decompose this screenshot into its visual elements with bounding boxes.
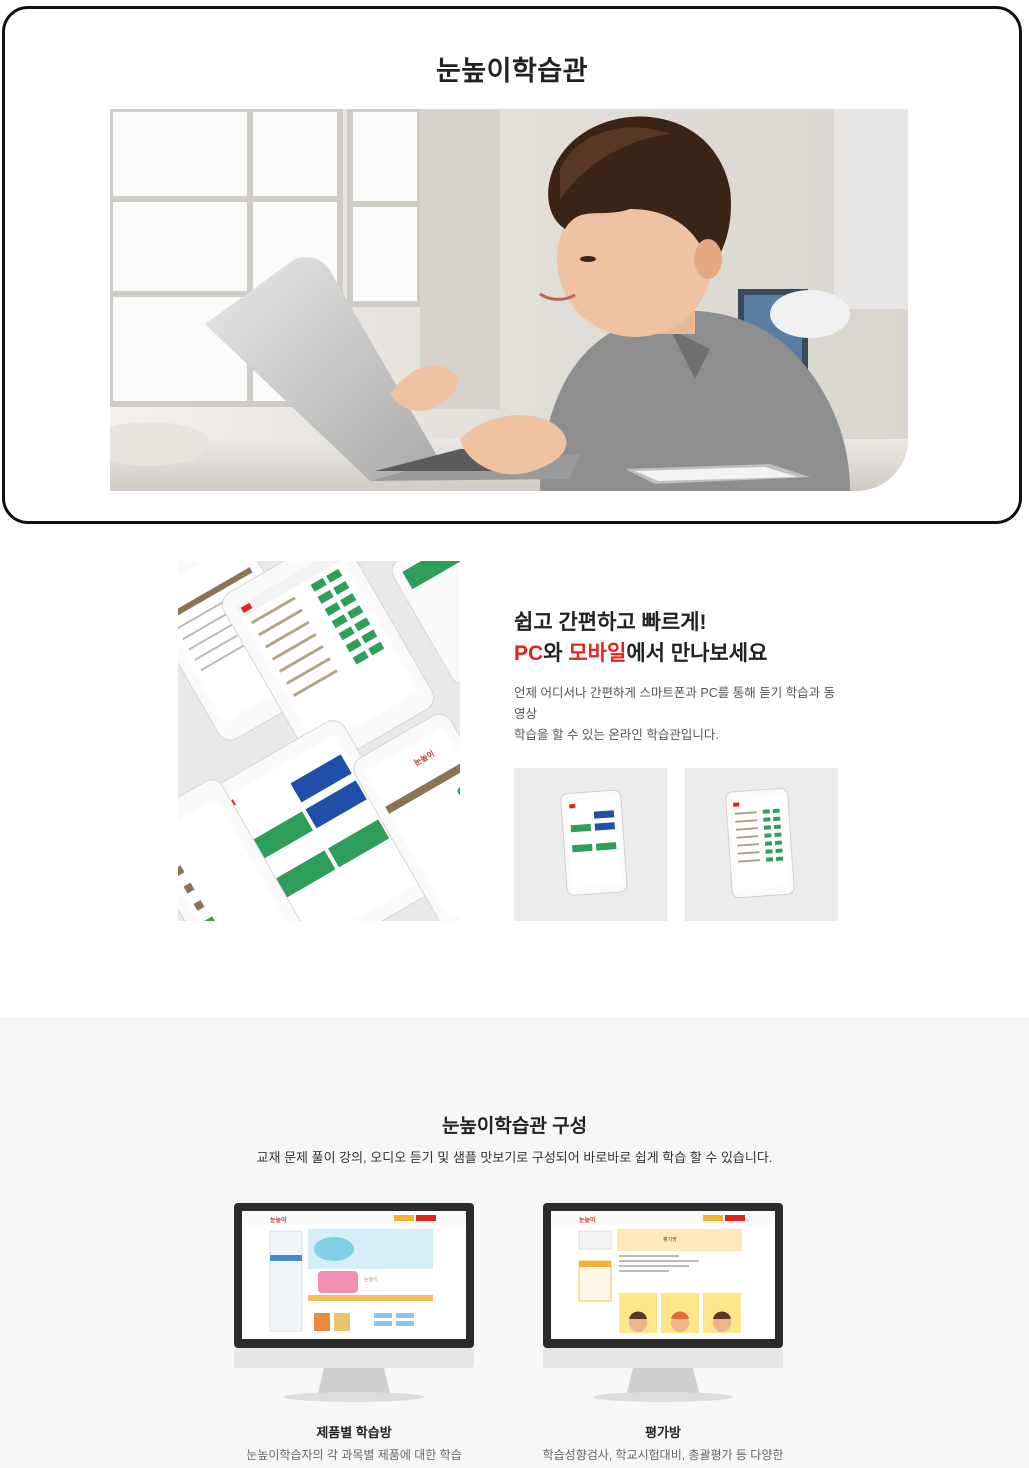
monitor-product-study-room[interactable]: 눈높이 눈높이 [234, 1203, 474, 1403]
svg-text:평가방: 평가방 [663, 1236, 677, 1243]
hero-card: 눈높이학습관 [2, 6, 1022, 524]
intro-description-line2: 학습을 할 수 있는 온라인 학습관입니다. [514, 728, 719, 742]
tablets-photo: 눈높이 [178, 561, 460, 921]
svg-text:눈높이: 눈높이 [579, 1216, 596, 1224]
intro-description: 언제 어디서나 간편하게 스마트폰과 PC를 통해 듣기 학습과 동영상 학습을… [514, 683, 844, 746]
card-label-product-study-room: 제품별 학습방 [316, 1425, 392, 1440]
composition-section-background [0, 1017, 1029, 1468]
svg-text:눈높이: 눈높이 [364, 1276, 378, 1283]
intro-tagline-line2: PC와 모바일에서 만나보세요 [514, 637, 767, 667]
hero-photo-boy-with-laptop [110, 109, 908, 491]
card-description-assessment-room: 학습성향검사, 학교시험대비, 총괄평가 등 다양한 [542, 1448, 784, 1462]
composition-title: 눈높이학습관 구성 [441, 1116, 588, 1137]
tablet-thumbnail-list [685, 768, 838, 921]
card-description-product-study-room: 눈높이학습자의 각 과목별 제품에 대한 학습 [246, 1448, 462, 1462]
card-label-assessment-room: 평가방 [645, 1425, 681, 1440]
intro-tagline-line1: 쉽고 간편하고 빠르게! [514, 611, 707, 634]
tagline-highlight-mobile: 모바일 [568, 642, 627, 665]
tagline-connector: 와 [543, 642, 569, 665]
tagline-highlight-pc: PC [514, 642, 544, 665]
tagline-rest: 에서 만나보세요 [626, 642, 768, 665]
composition-subtitle: 교재 문제 풀이 강의, 오디오 듣기 및 샘플 맛보기로 구성되어 바로바로 … [256, 1150, 773, 1165]
monitor-assessment-room[interactable]: 눈높이 평가방 [543, 1203, 783, 1403]
intro-description-line1: 언제 어디서나 간편하게 스마트폰과 PC를 통해 듣기 학습과 동영상 [514, 686, 836, 721]
hero-title: 눈높이학습관 [435, 56, 589, 86]
tablet-thumbnail-menu [514, 768, 667, 921]
svg-text:눈높이: 눈높이 [270, 1216, 287, 1224]
